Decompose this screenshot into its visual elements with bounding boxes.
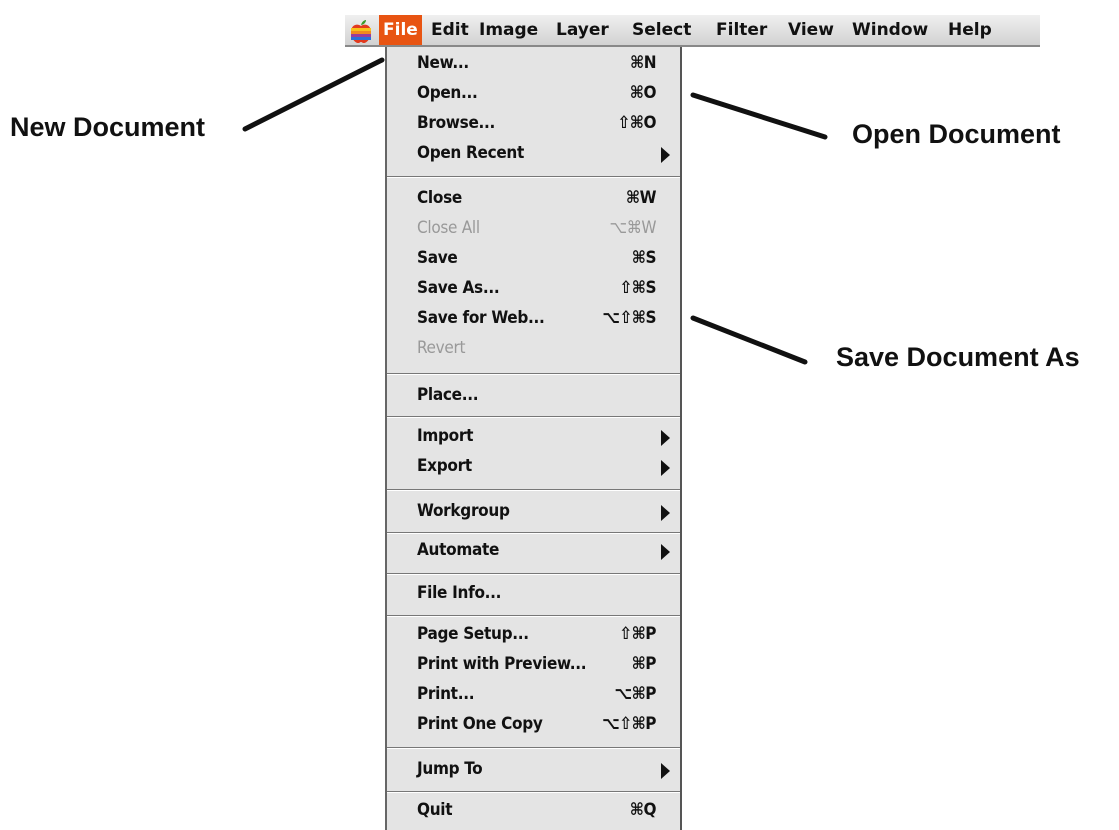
menu-item-shortcut: ⌥⇧⌘P [602, 714, 656, 734]
menu-item-label: Open... [417, 83, 478, 103]
menu-item-place[interactable]: Place... [387, 382, 680, 412]
menu-item-close-all: Close All ⌥⌘W [387, 215, 680, 245]
menu-window[interactable]: Window [848, 15, 932, 45]
menu-item-label: Print with Preview... [417, 654, 587, 674]
menu-separator [387, 489, 680, 491]
menu-edit[interactable]: Edit [427, 15, 473, 45]
menu-select[interactable]: Select [628, 15, 695, 45]
menu-separator [387, 176, 680, 178]
menu-item-label: Quit [417, 800, 453, 820]
menu-item-open-recent[interactable]: Open Recent [387, 140, 680, 170]
menu-separator [387, 532, 680, 534]
menu-bar: File Edit Image Layer Select Filter View… [345, 15, 1040, 47]
menu-layer[interactable]: Layer [552, 15, 613, 45]
menu-filter[interactable]: Filter [712, 15, 771, 45]
save-document-as-leader [690, 315, 808, 365]
menu-item-label: Close [417, 188, 462, 208]
menu-item-label: New... [417, 53, 469, 73]
menu-separator [387, 747, 680, 749]
menu-item-shortcut: ⇧⌘S [619, 278, 656, 298]
menu-item-page-setup[interactable]: Page Setup... ⇧⌘P [387, 621, 680, 651]
save-document-as-callout: Save Document As [836, 342, 1080, 372]
menu-item-label: Print One Copy [417, 714, 543, 734]
submenu-arrow-icon [661, 430, 670, 446]
menu-separator [387, 373, 680, 375]
menu-item-label: File Info... [417, 583, 502, 603]
menu-image[interactable]: Image [475, 15, 542, 45]
menu-item-print-with-preview[interactable]: Print with Preview... ⌘P [387, 651, 680, 681]
menu-help[interactable]: Help [944, 15, 996, 45]
submenu-arrow-icon [661, 505, 670, 521]
menu-item-shortcut: ⌘S [631, 248, 657, 268]
menu-item-label: Browse... [417, 113, 496, 133]
menu-item-shortcut: ⌥⌘W [609, 218, 656, 238]
menu-item-close[interactable]: Close ⌘W [387, 185, 680, 215]
file-menu-dropdown: New... ⌘N Open... ⌘O Browse... ⇧⌘O Open … [385, 47, 682, 830]
menu-separator [387, 615, 680, 617]
menu-item-browse[interactable]: Browse... ⇧⌘O [387, 110, 680, 140]
menu-view[interactable]: View [784, 15, 838, 45]
submenu-arrow-icon [661, 763, 670, 779]
menu-item-revert: Revert [387, 335, 680, 365]
menu-item-new[interactable]: New... ⌘N [387, 50, 680, 80]
menu-item-print[interactable]: Print... ⌥⌘P [387, 681, 680, 711]
new-document-leader [242, 57, 385, 132]
menu-item-label: Workgroup [417, 501, 510, 521]
menu-item-jump-to[interactable]: Jump To [387, 756, 680, 786]
menu-item-label: Revert [417, 338, 466, 358]
menu-item-print-one-copy[interactable]: Print One Copy ⌥⇧⌘P [387, 711, 680, 741]
menu-item-shortcut: ⇧⌘P [619, 624, 656, 644]
menu-item-open[interactable]: Open... ⌘O [387, 80, 680, 110]
apple-logo-icon[interactable] [349, 18, 373, 44]
submenu-arrow-icon [661, 460, 670, 476]
menu-item-label: Save [417, 248, 458, 268]
menu-item-file-info[interactable]: File Info... [387, 580, 680, 610]
menu-item-label: Jump To [417, 759, 483, 779]
open-document-callout: Open Document [852, 119, 1061, 149]
open-document-leader [690, 92, 828, 140]
menu-item-import[interactable]: Import [387, 423, 680, 453]
new-document-callout: New Document [10, 112, 206, 142]
menu-item-shortcut: ⌥⌘P [614, 684, 656, 704]
menu-item-shortcut: ⌘P [631, 654, 657, 674]
menu-item-shortcut: ⌘O [629, 83, 657, 103]
submenu-arrow-icon [661, 544, 670, 560]
menu-item-automate[interactable]: Automate [387, 537, 680, 567]
menu-item-label: Save As... [417, 278, 500, 298]
menu-item-label: Save for Web... [417, 308, 545, 328]
menu-separator [387, 791, 680, 793]
menu-item-shortcut: ⌘N [630, 53, 657, 73]
menu-item-shortcut: ⌘Q [629, 800, 657, 820]
menu-item-save-for-web[interactable]: Save for Web... ⌥⇧⌘S [387, 305, 680, 335]
menu-item-export[interactable]: Export [387, 453, 680, 483]
menu-separator [387, 573, 680, 575]
menu-item-label: Page Setup... [417, 624, 529, 644]
menu-item-quit[interactable]: Quit ⌘Q [387, 797, 680, 827]
menu-item-shortcut: ⇧⌘O [617, 113, 656, 133]
menu-file[interactable]: File [379, 15, 422, 45]
menu-item-save-as[interactable]: Save As... ⇧⌘S [387, 275, 680, 305]
submenu-arrow-icon [661, 147, 670, 163]
menu-separator [387, 416, 680, 418]
menu-item-workgroup[interactable]: Workgroup [387, 498, 680, 528]
menu-item-shortcut: ⌘W [625, 188, 657, 208]
menu-item-save[interactable]: Save ⌘S [387, 245, 680, 275]
menu-item-label: Print... [417, 684, 475, 704]
menu-item-shortcut: ⌥⇧⌘S [602, 308, 656, 328]
menu-item-label: Open Recent [417, 143, 525, 163]
menu-item-label: Export [417, 456, 472, 476]
menu-item-label: Close All [417, 218, 480, 238]
menu-item-label: Place... [417, 385, 479, 405]
menu-item-label: Import [417, 426, 474, 446]
menu-item-label: Automate [417, 540, 500, 560]
